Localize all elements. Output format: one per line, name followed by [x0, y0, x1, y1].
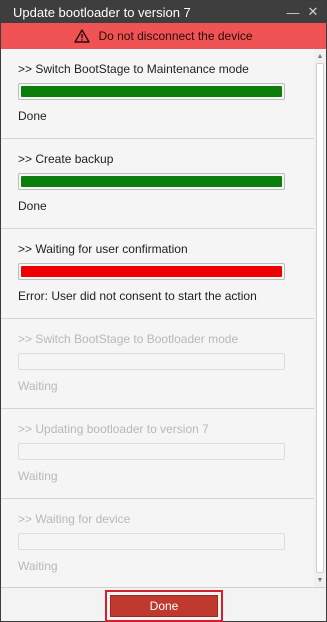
- scroll-up-icon[interactable]: ▲: [314, 49, 326, 63]
- progress-bar: [18, 533, 285, 550]
- step-status: Waiting: [18, 379, 58, 393]
- progress-bar: [18, 353, 285, 370]
- step-status: Waiting: [18, 559, 58, 573]
- step-status: Error: User did not consent to start the…: [18, 289, 257, 303]
- step-label: >> Switch BootStage to Maintenance mode: [18, 62, 249, 76]
- close-icon[interactable]: ✕: [306, 1, 320, 23]
- done-button[interactable]: Done: [110, 595, 218, 617]
- update-bootloader-dialog: Update bootloader to version 7 — ✕ Do no…: [0, 0, 327, 622]
- progress-fill: [21, 86, 282, 97]
- step-label: >> Create backup: [18, 152, 114, 166]
- progress-bar: [18, 263, 285, 280]
- step-label: >> Waiting for device: [18, 512, 131, 526]
- vertical-scrollbar[interactable]: ▲ ▼: [314, 49, 326, 587]
- step-item: >> Switch BootStage to Maintenance mode …: [1, 49, 314, 139]
- progress-bar: [18, 443, 285, 460]
- step-item: >> Waiting for user confirmation Error: …: [1, 229, 314, 319]
- done-button-highlight: Done: [105, 590, 223, 622]
- step-item: >> Create backup Done: [1, 139, 314, 229]
- step-status: Done: [18, 109, 47, 123]
- warning-banner: Do not disconnect the device: [1, 23, 326, 49]
- warning-triangle-icon: [74, 29, 91, 43]
- progress-fill: [21, 266, 282, 277]
- step-item: >> Switch BootStage to Bootloader mode W…: [1, 319, 314, 409]
- scrollbar-thumb[interactable]: [316, 63, 324, 573]
- minimize-icon[interactable]: —: [286, 1, 300, 23]
- progress-bar: [18, 173, 285, 190]
- step-label: >> Switch BootStage to Bootloader mode: [18, 332, 239, 346]
- step-label: >> Updating bootloader to version 7: [18, 422, 209, 436]
- window-title: Update bootloader to version 7: [13, 4, 191, 20]
- step-status: Done: [18, 199, 47, 213]
- title-bar[interactable]: Update bootloader to version 7 — ✕: [1, 1, 326, 23]
- progress-fill: [21, 176, 282, 187]
- dialog-footer: Done: [1, 587, 326, 622]
- step-item: >> Updating bootloader to version 7 Wait…: [1, 409, 314, 499]
- step-status: Waiting: [18, 469, 58, 483]
- warning-text: Do not disconnect the device: [98, 29, 253, 43]
- scroll-down-icon[interactable]: ▼: [314, 573, 326, 587]
- step-label: >> Waiting for user confirmation: [18, 242, 188, 256]
- progress-bar: [18, 83, 285, 100]
- steps-list: >> Switch BootStage to Maintenance mode …: [1, 49, 314, 587]
- step-item: >> Waiting for device Waiting: [1, 499, 314, 587]
